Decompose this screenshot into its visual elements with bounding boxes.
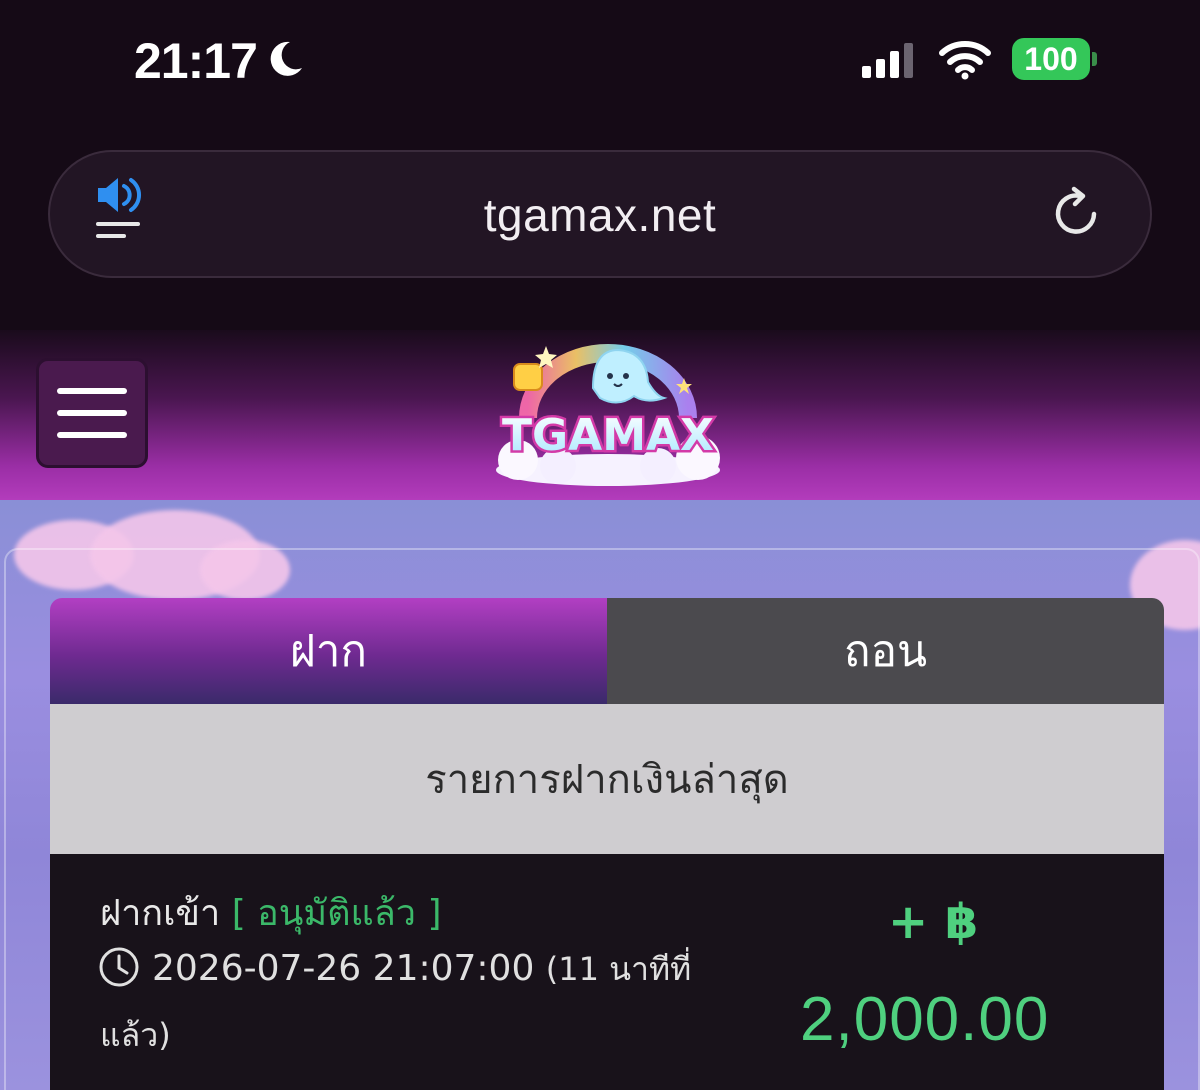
transaction-row[interactable]: ฝากเข้า [ อนุมัติแล้ว ] 2026-07-26 21:07… [50,854,1164,1090]
moon-icon [270,41,302,76]
transaction-amount: 2,000.00 [800,985,1050,1054]
transaction-type-label: ฝากเข้า [100,893,221,934]
menu-line [57,432,127,438]
transaction-currency: + ฿ [888,894,979,950]
battery-tip [1092,52,1097,66]
wifi-icon [939,41,991,80]
transaction-status: [ อนุมัติแล้ว ] [231,893,442,934]
tab-bar: ฝาก ถอน [50,598,1164,704]
clock-icon [99,947,139,987]
transaction-card: ฝาก ถอน รายการฝากเงินล่าสุด ฝากเข้า [ อน… [50,598,1164,1090]
site-header: TGAMAX [0,330,1200,500]
tab-withdraw[interactable]: ถอน [607,598,1164,704]
battery-icon: 100 [1012,38,1090,80]
status-bar: 21:17 100 [0,0,1200,120]
address-bar[interactable]: tgamax.net [48,150,1152,278]
section-header: รายการฝากเงินล่าสุด [50,704,1164,854]
reload-icon[interactable] [1050,186,1104,240]
battery-level: 100 [1024,40,1078,77]
browser-chrome: tgamax.net [0,120,1200,330]
url-text[interactable]: tgamax.net [50,188,1150,242]
status-time: 21:17 [134,33,258,89]
logo-text: TGAMAX [502,410,714,461]
site-logo[interactable]: TGAMAX [488,338,728,488]
transaction-datetime: 2026-07-26 21:07:00 [152,948,535,989]
section-title: รายการฝากเงินล่าสุด [425,757,789,803]
signal-icon [862,43,913,78]
tab-deposit[interactable]: ฝาก [50,598,607,704]
menu-line [57,410,127,416]
transaction-date: 2026-07-26 21:07:00 (11 นาทีที่ [152,944,691,995]
transaction-ago-suffix: แล้ว) [100,1016,171,1054]
menu-line [57,388,127,394]
hamburger-menu-button[interactable] [36,358,148,468]
transaction-type: ฝากเข้า [ อนุมัติแล้ว ] [100,884,441,941]
transaction-ago: (11 นาทีที่ [545,950,692,988]
